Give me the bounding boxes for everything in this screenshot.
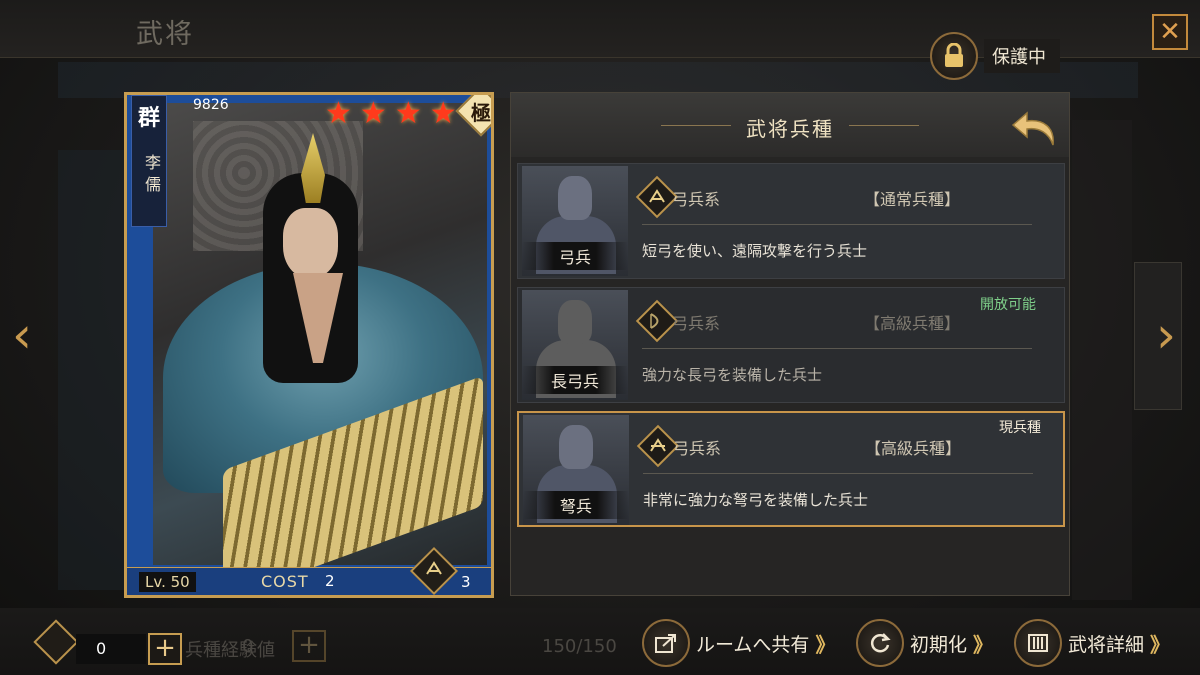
next-arrow-button[interactable]: › (1156, 310, 1176, 360)
ghost-exp-value: 0 (242, 636, 254, 657)
general-portrait (153, 103, 487, 595)
bow-icon (426, 561, 442, 575)
back-arrow-icon[interactable] (1009, 105, 1063, 149)
close-button[interactable]: ✕ (1152, 14, 1188, 50)
cost-label: COST (261, 572, 309, 591)
background-card-left (58, 150, 124, 590)
reset-icon (856, 619, 904, 667)
add-resource-button[interactable]: + (148, 633, 182, 665)
chevron-right-icon: 》 (815, 632, 836, 657)
star-icon: ★ (429, 96, 457, 131)
star-rating: ★ ★ ★ ★ (325, 99, 457, 129)
troop-row-archer[interactable]: 弓兵 弓兵系 【通常兵種】 短弓を使い、遠隔攻撃を行う兵士 (517, 163, 1065, 279)
panel-title: 武将兵種 (746, 117, 834, 141)
scroll-icon (1014, 619, 1062, 667)
lock-icon (930, 32, 978, 80)
faction-badge: 群 李儒 (131, 95, 167, 227)
cost-value: 2 (325, 572, 335, 590)
chevron-right-icon: 》 (973, 632, 994, 657)
faction-label: 群 (138, 106, 161, 131)
star-icon: ★ (359, 96, 387, 131)
bow-icon (649, 189, 665, 203)
chevron-right-icon: 》 (1150, 632, 1171, 657)
troop-name: 弩兵 (523, 491, 629, 519)
troop-type-panel: 武将兵種 弓兵 弓兵系 【通常兵種】 短弓を使い、遠隔攻撃を行う兵士 長弓兵 弓… (510, 92, 1070, 596)
troop-description: 強力な長弓を装備した兵士 (642, 366, 823, 384)
ghost-add-button: + (292, 630, 326, 662)
share-room-button[interactable]: ルームへ共有 》 (642, 618, 835, 668)
troop-type: 弓兵系 (673, 439, 722, 458)
star-icon: ★ (325, 96, 352, 131)
troop-name: 弓兵 (522, 242, 628, 270)
resource-value: 0 (76, 634, 146, 664)
current-troop-tag: 現兵種 (999, 420, 1041, 436)
capacity-label: 150/150 (542, 636, 617, 657)
panel-header: 武将兵種 (511, 93, 1069, 157)
reset-button[interactable]: 初期化 》 (856, 618, 993, 668)
general-card: 群 李儒 9826 ★ ★ ★ ★ 極 Lv. 50 COST 2 3 (124, 92, 494, 598)
bow-icon (650, 313, 659, 329)
ghost-exp-label: 兵種経験値 (185, 640, 275, 661)
protect-toggle[interactable]: 保護中 (930, 32, 1060, 80)
rarity-label: 極 (471, 101, 491, 125)
troop-description: 短弓を使い、遠隔攻撃を行う兵士 (642, 242, 868, 260)
share-icon (642, 619, 690, 667)
troop-type: 弓兵系 (672, 190, 721, 209)
general-detail-label: 武将詳細 (1068, 633, 1145, 656)
troop-name: 長弓兵 (522, 366, 628, 394)
general-detail-button[interactable]: 武将詳細 》 (1014, 618, 1170, 668)
card-footer: Lv. 50 COST 2 3 (127, 546, 491, 595)
troop-row-crossbow[interactable]: 弩兵 弓兵系 【高級兵種】 現兵種 非常に強力な弩弓を装備した兵士 (517, 411, 1065, 527)
level-label: Lv. 50 (139, 572, 196, 592)
background-card-right (1072, 120, 1132, 600)
page-title: 武将 (136, 19, 194, 50)
star-icon: ★ (394, 96, 422, 131)
troop-row-longbow[interactable]: 長弓兵 弓兵系 【高級兵種】 開放可能 強力な長弓を装備した兵士 (517, 287, 1065, 403)
troop-description: 非常に強力な弩弓を装備した兵士 (643, 491, 869, 509)
protect-label: 保護中 (984, 39, 1060, 73)
troop-class-count: 3 (461, 573, 471, 591)
troop-grade: 【高級兵種】 (864, 314, 961, 333)
troop-portrait: 長弓兵 (522, 290, 628, 400)
troop-grade: 【高級兵種】 (865, 439, 962, 458)
unlock-status: 開放可能 (980, 297, 1036, 313)
reset-label: 初期化 (910, 633, 968, 656)
crossbow-icon (650, 438, 666, 452)
troop-portrait: 弓兵 (522, 166, 628, 276)
prev-arrow-button[interactable]: ‹ (12, 310, 32, 360)
close-icon: ✕ (1159, 17, 1181, 47)
troop-grade: 【通常兵種】 (864, 190, 961, 209)
power-value: 9826 (193, 97, 229, 113)
share-room-label: ルームへ共有 (696, 633, 810, 656)
troop-type: 弓兵系 (672, 314, 721, 333)
troop-portrait: 弩兵 (523, 415, 629, 525)
general-name: 李儒 (145, 153, 162, 194)
